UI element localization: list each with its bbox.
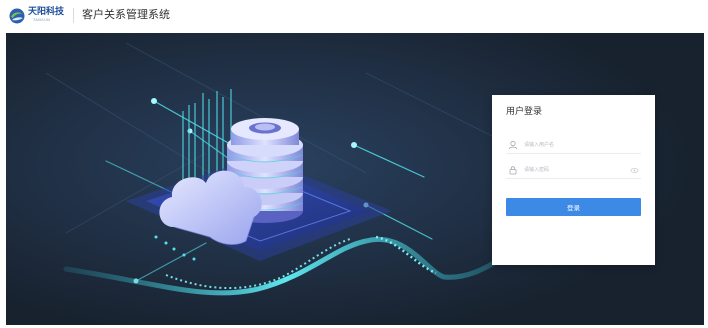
user-icon xyxy=(508,140,518,150)
login-button[interactable]: 登录 xyxy=(506,198,641,216)
brand-name: 天阳科技 xyxy=(28,7,65,17)
system-title: 客户关系管理系统 xyxy=(82,8,170,21)
top-header: 天阳科技 TANSUN 客户关系管理系统 xyxy=(0,0,708,32)
lock-icon xyxy=(509,166,517,175)
brand-subtitle: TANSUN xyxy=(33,18,51,22)
login-card: 用户登录 xyxy=(492,95,655,265)
eye-icon[interactable] xyxy=(630,166,639,175)
login-title: 用户登录 xyxy=(506,107,543,117)
password-input[interactable] xyxy=(524,164,628,176)
username-input[interactable] xyxy=(524,139,628,151)
password-field[interactable] xyxy=(506,162,641,179)
username-field[interactable] xyxy=(506,137,641,154)
header-divider xyxy=(73,8,74,23)
tansun-logo-icon xyxy=(9,8,25,24)
